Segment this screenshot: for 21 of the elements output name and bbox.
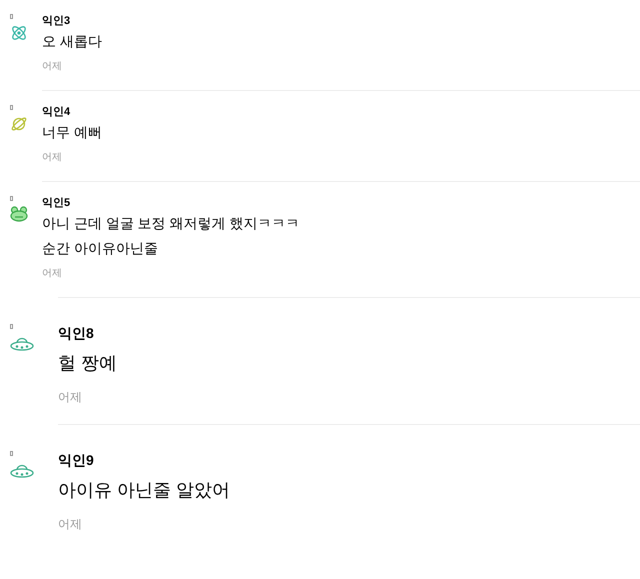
atom-icon [10, 24, 28, 42]
comment-text: 아니 근데 얼굴 보정 왜저렇게 했지ㅋㅋㅋ [42, 214, 300, 233]
comment-time: 어제 [58, 516, 83, 533]
author-name: 익인4 [42, 105, 72, 119]
comment-time: 어제 [42, 60, 63, 74]
author-name: 익인9 [58, 451, 95, 469]
frog-icon [10, 206, 28, 222]
comment-text: 순간 아이유아닌줄 [42, 239, 159, 258]
ufo-icon [10, 463, 34, 479]
comment-text: 헐 짱예 [58, 352, 118, 375]
comment-time: 어제 [42, 267, 63, 281]
author-name: 익인3 [42, 14, 72, 28]
comment-text: 너무 예뻐 [42, 123, 102, 142]
comment-time: 어제 [58, 389, 83, 406]
comment-text: 오 새롭다 [42, 32, 102, 51]
author-name: 익인5 [42, 196, 72, 210]
author-name: 익인8 [58, 324, 95, 342]
comment-time: 어제 [42, 151, 63, 165]
planet-icon [10, 115, 28, 133]
comment-text: 아이유 아닌줄 알았어 [58, 479, 230, 502]
ufo-icon [10, 336, 34, 352]
